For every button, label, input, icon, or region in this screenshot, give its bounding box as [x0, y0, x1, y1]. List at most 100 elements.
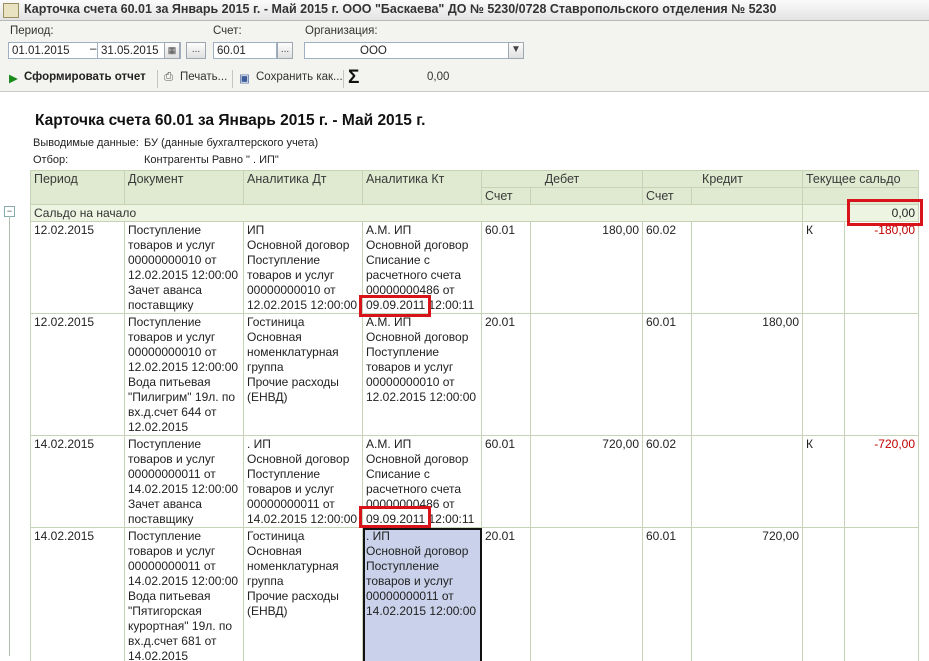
cell-credit-account[interactable]: 60.01 [642, 313, 692, 436]
header-analytics-kt[interactable]: Аналитика Кт [362, 170, 482, 205]
cell-document-line: Поступление [128, 315, 202, 329]
cell-document[interactable]: Поступление товаров и услуг 00000000011 от… [124, 527, 244, 661]
cell-document-line: вх.д.счет 681 от [128, 634, 217, 648]
cell-analytics-dt-line: Основной договор [247, 452, 350, 466]
cell-analytics-dt-line: Основная [247, 330, 302, 344]
header-analytics-dt[interactable]: Аналитика Дт [243, 170, 363, 205]
cell-analytics-dt-line: Прочие расходы [247, 589, 339, 603]
cell-analytics-dt-line: номенклатурная [247, 345, 339, 359]
cell-document[interactable]: Поступление товаров и услуг 00000000010 от… [124, 313, 244, 436]
table-row[interactable]: 12.02.2015 Поступление товаров и услуг 0000… [30, 221, 919, 314]
header-balance[interactable]: Текущее сальдо [802, 170, 919, 188]
sum-icon: Σ [348, 67, 360, 88]
cell-balance-value[interactable]: -180,00 [844, 221, 919, 314]
cell-document-line: Поступление [128, 437, 202, 451]
cell-analytics-dt[interactable]: Гостиница Основная номенклатурная группа Про… [243, 313, 363, 436]
cell-debit-amount[interactable] [530, 313, 643, 436]
saldo-start-label: Сальдо на начало [30, 204, 803, 222]
header-debit-account[interactable]: Счет [481, 187, 531, 205]
cell-analytics-kt[interactable]: А.М. ИП Основной договор Поступление товаро… [362, 313, 482, 436]
generate-report-button[interactable]: Сформировать отчет [24, 71, 146, 83]
organization-value: ООО [360, 45, 387, 57]
window-title: Карточка счета 60.01 за Январь 2015 г. -… [24, 2, 777, 16]
cell-credit-account[interactable]: 60.02 [642, 435, 692, 528]
cell-analytics-dt-line: . ИП [247, 437, 271, 451]
cell-balance-value[interactable]: -720,00 [844, 435, 919, 528]
cell-document-line: поставщику [128, 298, 194, 312]
cell-period[interactable]: 14.02.2015 [30, 435, 125, 528]
cell-credit-amount[interactable] [691, 435, 803, 528]
toolbar-separator [343, 70, 344, 88]
cell-analytics-dt[interactable]: . ИП Основной договор Поступление товаров и… [243, 435, 363, 528]
report-parameters: Период: 01.01.2015 ▦ – 31.05.2015 ▦ ... … [0, 21, 929, 67]
cell-debit-account[interactable]: 60.01 [481, 221, 531, 314]
cell-credit-account[interactable]: 60.01 [642, 527, 692, 661]
cell-credit-amount[interactable] [691, 221, 803, 314]
cell-analytics-dt-line: ИП [247, 223, 265, 237]
report-sheet[interactable]: Карточка счета 60.01 за Январь 2015 г. -… [0, 92, 929, 661]
cell-document-line: вх.д.счет 644 от [128, 405, 217, 419]
cell-analytics-dt[interactable]: Гостиница Основная номенклатурная группа Про… [243, 527, 363, 661]
save-as-button[interactable]: Сохранить как... [256, 71, 343, 83]
cell-balance-type[interactable]: К [802, 221, 845, 314]
cell-balance-type[interactable] [802, 313, 845, 436]
cell-analytics-kt[interactable]: . ИП Основной договор Поступление товаров и… [362, 527, 482, 661]
cell-debit-account[interactable]: 20.01 [481, 313, 531, 436]
date-from-field[interactable]: 01.01.2015 [8, 42, 98, 59]
saldo-start-row[interactable]: Сальдо на начало 0,00 [30, 204, 919, 222]
account-field[interactable]: 60.01 [213, 42, 277, 59]
table-row[interactable]: 12.02.2015 Поступление товаров и услуг 0000… [30, 313, 919, 436]
cell-document-line: товаров и услуг [128, 238, 216, 252]
header-debit[interactable]: Дебет [481, 170, 643, 188]
cell-document-line: "Пилигрим" 19л. по [128, 390, 236, 404]
cell-document[interactable]: Поступление товаров и услуг 00000000010 от… [124, 221, 244, 314]
table-row[interactable]: 14.02.2015 Поступление товаров и услуг 0000… [30, 435, 919, 528]
cell-analytics-kt-line: А.М. ИП [366, 223, 412, 237]
cell-balance-value[interactable] [844, 313, 919, 436]
table-row[interactable]: 14.02.2015 Поступление товаров и услуг 0000… [30, 527, 919, 661]
organization-select[interactable]: ООО [304, 42, 524, 59]
cell-balance-value[interactable] [844, 527, 919, 661]
period-select-button[interactable]: ... [186, 42, 206, 59]
cell-document[interactable]: Поступление товаров и услуг 00000000011 от… [124, 435, 244, 528]
cell-period[interactable]: 14.02.2015 [30, 527, 125, 661]
cell-credit-amount[interactable]: 720,00 [691, 527, 803, 661]
cell-debit-amount[interactable]: 180,00 [530, 221, 643, 314]
cell-analytics-kt-line: А.М. ИП [366, 437, 412, 451]
cell-analytics-dt-line: Поступление [247, 253, 321, 267]
header-credit-account[interactable]: Счет [642, 187, 692, 205]
cell-debit-amount[interactable]: 720,00 [530, 435, 643, 528]
calendar-to-icon[interactable]: ▦ [164, 42, 180, 59]
header-period[interactable]: Период [30, 170, 125, 205]
header-credit[interactable]: Кредит [642, 170, 803, 188]
cell-analytics-dt[interactable]: ИП Основной договор Поступление товаров и у… [243, 221, 363, 314]
cell-credit-amount[interactable]: 180,00 [691, 313, 803, 436]
cell-period[interactable]: 12.02.2015 [30, 221, 125, 314]
header-document[interactable]: Документ [124, 170, 244, 205]
window-title-bar: Карточка счета 60.01 за Январь 2015 г. -… [0, 0, 929, 21]
cell-document-line: 12.02.2015 12:00:00 [128, 360, 239, 374]
chevron-down-icon[interactable]: ▼ [508, 42, 524, 59]
cell-document-line: 00000000010 от [128, 345, 217, 359]
cell-debit-account[interactable]: 60.01 [481, 435, 531, 528]
cell-analytics-dt-line: (ЕНВД) [247, 604, 288, 618]
highlight-saldo [847, 199, 923, 226]
table-body: 12.02.2015 Поступление товаров и услуг 0000… [30, 221, 919, 661]
cell-period[interactable]: 12.02.2015 [30, 313, 125, 436]
cell-analytics-dt-line: 00000000010 от [247, 283, 336, 297]
account-select-button[interactable]: ... [277, 42, 293, 59]
period-label: Период: [10, 25, 54, 37]
cell-credit-account[interactable]: 60.02 [642, 221, 692, 314]
cell-analytics-kt-line: . ИП [366, 529, 390, 543]
cell-analytics-dt-line: Поступление [247, 467, 321, 481]
cell-analytics-dt-line: товаров и услуг [247, 268, 335, 282]
cell-balance-type[interactable] [802, 527, 845, 661]
organization-label: Организация: [305, 25, 378, 37]
cell-analytics-kt-line: расчетного счета [366, 268, 462, 282]
cell-analytics-dt-line: Основной договор [247, 238, 350, 252]
cell-document-line: 12.02.2015 [128, 420, 189, 434]
cell-debit-account[interactable]: 20.01 [481, 527, 531, 661]
print-button[interactable]: Печать... [180, 71, 227, 83]
cell-debit-amount[interactable] [530, 527, 643, 661]
cell-balance-type[interactable]: К [802, 435, 845, 528]
